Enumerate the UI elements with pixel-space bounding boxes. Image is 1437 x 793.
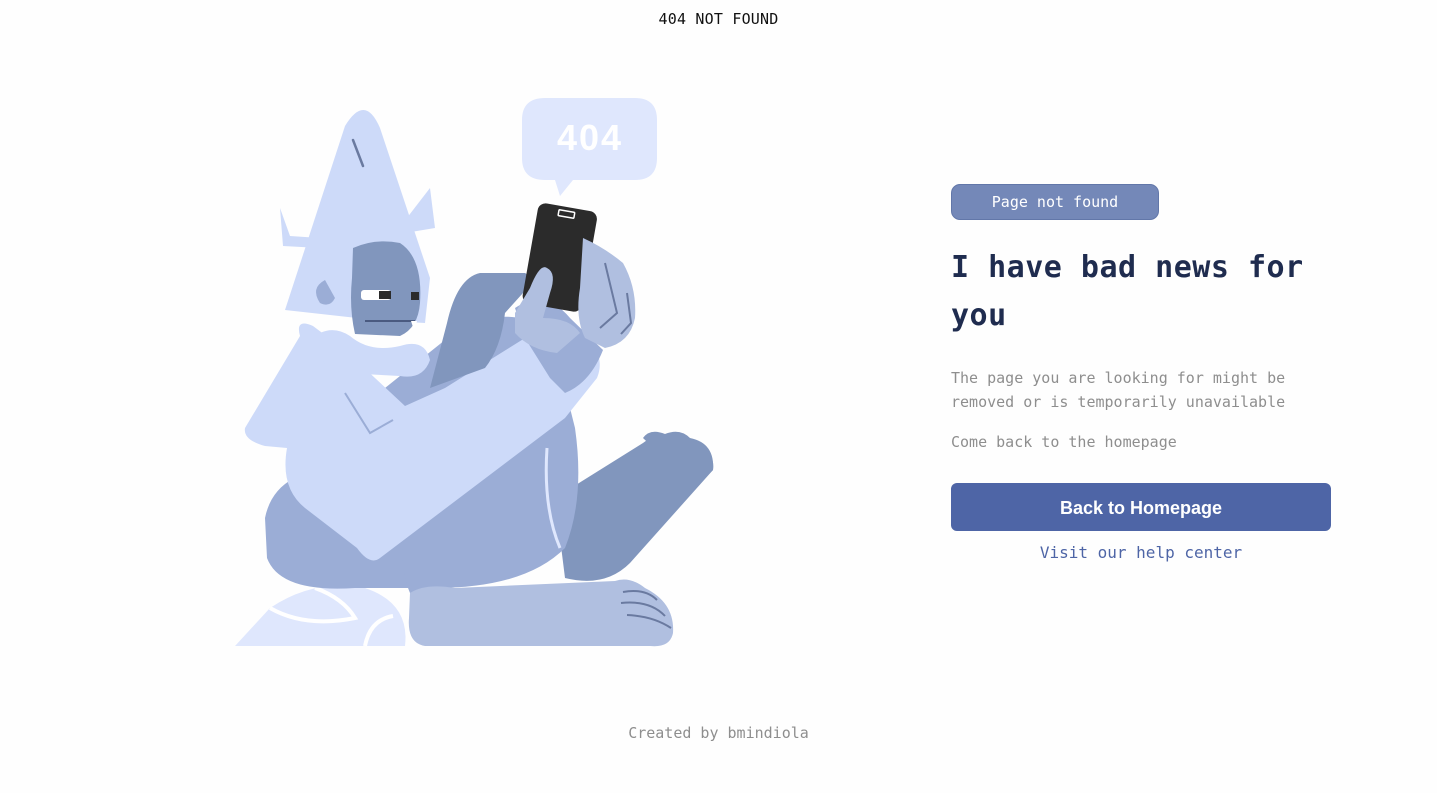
bubble-text: 404 [557, 117, 623, 158]
help-center-link[interactable]: Visit our help center [951, 543, 1331, 562]
come-back-text: Come back to the homepage [951, 433, 1177, 451]
rock-shape [235, 585, 406, 646]
eye-left-pupil [379, 291, 391, 299]
hat-side-right [403, 188, 435, 233]
beard [320, 330, 430, 377]
error-content: Page not found I have bad news for you T… [951, 184, 1351, 562]
foot [408, 579, 674, 647]
yeti-illustration: 404 [225, 88, 725, 653]
status-badge: Page not found [951, 184, 1159, 220]
headline: I have bad news for you [951, 250, 1304, 333]
description-text: The page you are looking for might be re… [951, 369, 1286, 411]
page-title: 404 NOT FOUND [658, 10, 779, 28]
back-to-homepage-button[interactable]: Back to Homepage [951, 483, 1331, 531]
footer-credit: Created by bmindiola [628, 724, 809, 742]
eye-right [411, 292, 419, 300]
hand-back [578, 238, 636, 348]
